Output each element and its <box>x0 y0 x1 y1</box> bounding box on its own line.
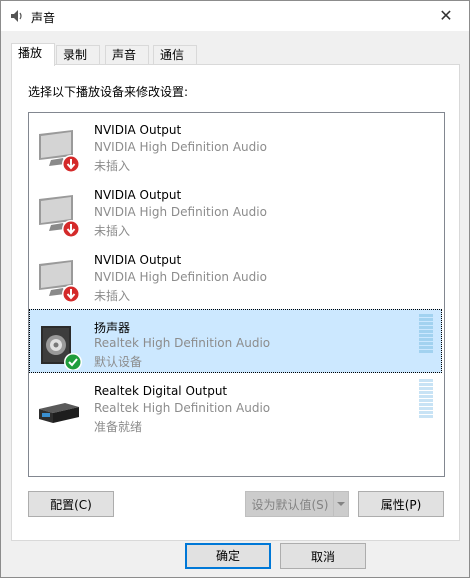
close-button[interactable]: ✕ <box>423 1 469 31</box>
list-item[interactable]: NVIDIA Output NVIDIA High Definition Aud… <box>30 244 441 306</box>
device-status: 未插入 <box>94 224 131 238</box>
device-name: NVIDIA Output <box>94 123 182 137</box>
instruction-text: 选择以下播放设备来修改设置: <box>28 85 189 99</box>
device-description: NVIDIA High Definition Audio <box>94 140 267 154</box>
device-status: 默认设备 <box>94 355 143 369</box>
chevron-down-icon <box>337 502 345 506</box>
window-title: 声音 <box>31 11 56 25</box>
device-description: Realtek High Definition Audio <box>94 401 271 415</box>
speaker-app-icon <box>11 10 22 22</box>
ok-button[interactable]: 确定 <box>185 543 271 569</box>
tab-recording[interactable]: 录制 <box>56 45 100 65</box>
set-default-dropdown <box>333 492 348 516</box>
set-default-label: 设为默认值(S) <box>251 498 329 512</box>
sound-dialog: 声音 ✕ 播放 录制 声音 通信 选择以下播放设备来修改设置: NVIDIA O… <box>0 0 470 578</box>
list-item[interactable]: NVIDIA Output NVIDIA High Definition Aud… <box>30 114 441 176</box>
cancel-button[interactable]: 取消 <box>280 543 366 569</box>
device-description: Realtek High Definition Audio <box>94 336 271 350</box>
monitor-icon <box>39 130 80 173</box>
device-name: 扬声器 <box>94 321 131 335</box>
device-status: 未插入 <box>94 289 131 303</box>
device-name: NVIDIA Output <box>94 188 182 202</box>
playback-panel: 选择以下播放设备来修改设置: NVIDIA Output NVIDIA High… <box>11 64 460 541</box>
list-item[interactable]: NVIDIA Output NVIDIA High Definition Aud… <box>30 179 441 241</box>
configure-button[interactable]: 配置(C) <box>28 491 114 517</box>
device-status: 未插入 <box>94 159 131 173</box>
tab-playback[interactable]: 播放 <box>11 43 55 66</box>
monitor-icon <box>39 195 80 238</box>
tab-sounds[interactable]: 声音 <box>105 45 149 65</box>
device-description: NVIDIA High Definition Audio <box>94 205 267 219</box>
speaker-icon <box>41 326 82 370</box>
device-list[interactable]: NVIDIA Output NVIDIA High Definition Aud… <box>28 112 445 477</box>
device-description: NVIDIA High Definition Audio <box>94 270 267 284</box>
title-bar[interactable]: 声音 ✕ <box>1 1 469 31</box>
tab-communications[interactable]: 通信 <box>153 45 197 65</box>
monitor-icon <box>39 260 80 303</box>
list-item-selected[interactable]: 扬声器 Realtek High Definition Audio 默认设备 <box>29 309 442 373</box>
device-name: Realtek Digital Output <box>94 384 228 398</box>
device-status: 准备就绪 <box>94 420 143 434</box>
device-name: NVIDIA Output <box>94 253 182 267</box>
volume-meter <box>419 379 433 419</box>
properties-button[interactable]: 属性(P) <box>358 491 444 517</box>
set-default-button: 设为默认值(S) <box>245 491 349 517</box>
volume-meter <box>419 314 433 354</box>
digital-output-icon <box>39 403 79 423</box>
list-item[interactable]: Realtek Digital Output Realtek High Defi… <box>30 375 441 437</box>
